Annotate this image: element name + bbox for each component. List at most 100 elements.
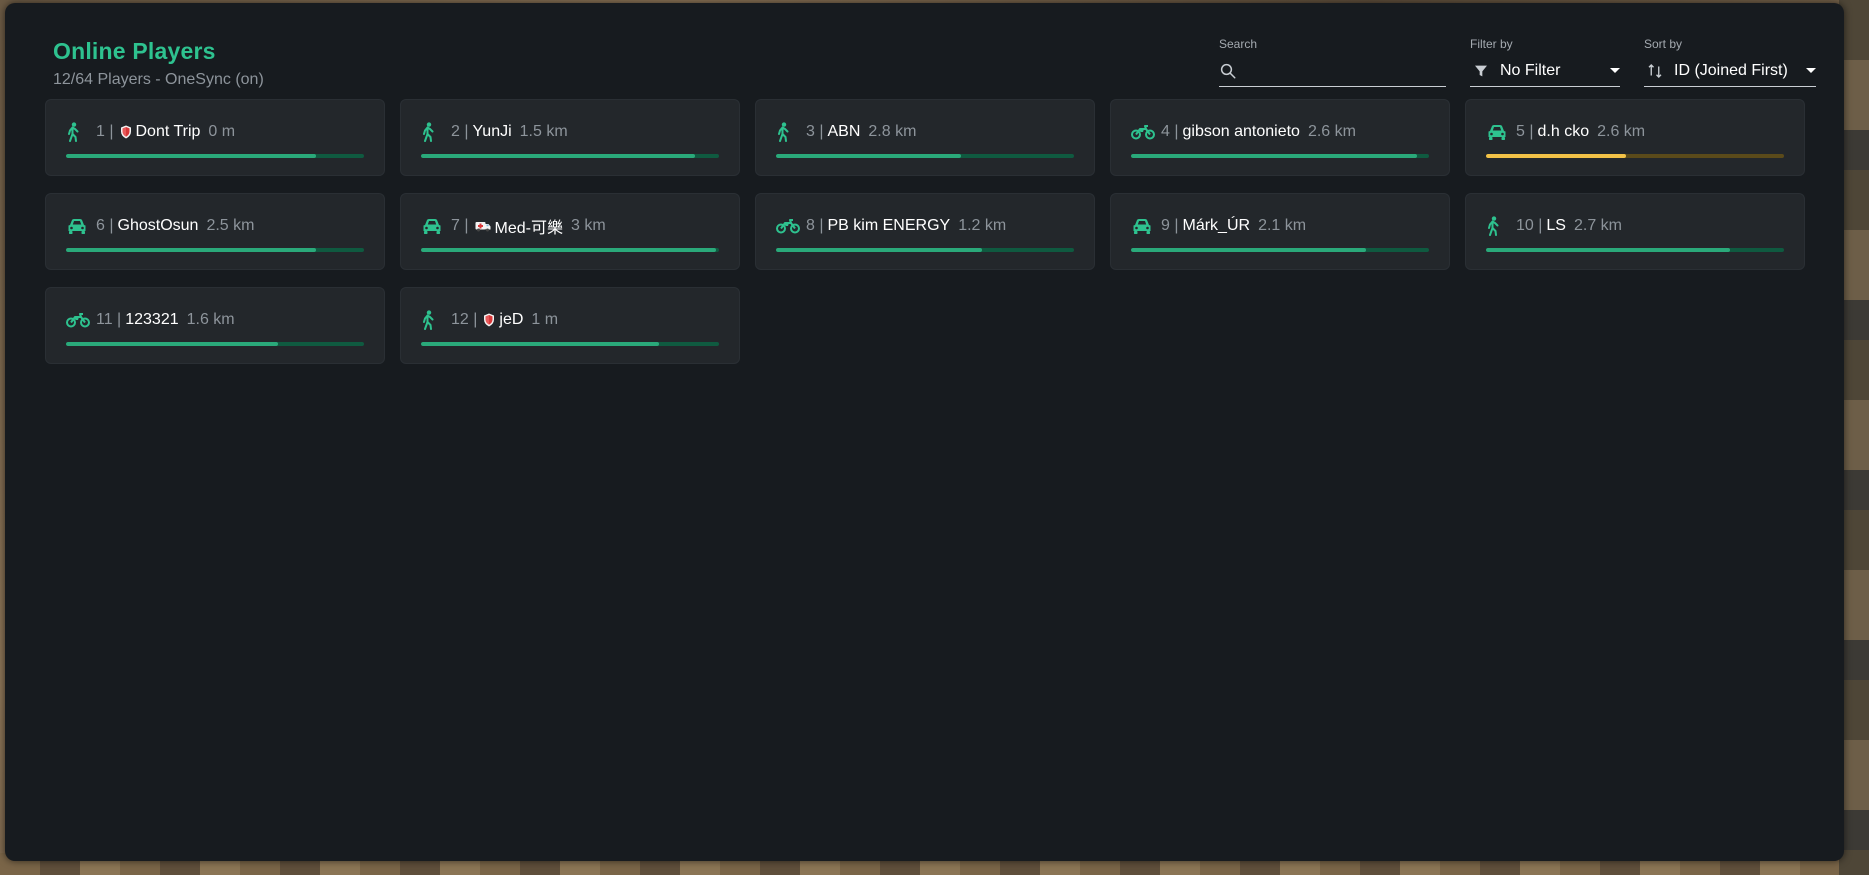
player-card[interactable]: 3 | ABN 2.8 km <box>755 99 1095 176</box>
player-card[interactable]: 10 | LS 2.7 km <box>1465 193 1805 270</box>
player-name: Dont Trip <box>135 123 201 140</box>
health-bar <box>776 248 1074 252</box>
sort-icon <box>1644 60 1666 82</box>
player-distance: 1.5 km <box>519 123 568 140</box>
health-bar <box>421 154 719 158</box>
player-card[interactable]: 12 | jeD 1 m <box>400 287 740 364</box>
player-name: PB kim ENERGY <box>827 217 951 234</box>
player-name: Med-可樂 <box>494 220 563 237</box>
player-id: 6 | <box>96 217 114 234</box>
walking-icon <box>421 310 445 330</box>
health-bar-fill <box>66 248 317 252</box>
filter-select[interactable]: No Filter <box>1470 55 1620 87</box>
walking-icon <box>1486 216 1510 236</box>
player-distance: 3 km <box>570 217 606 234</box>
car-icon <box>421 216 445 236</box>
panel-header: Online Players 12/64 Players - OneSync (… <box>53 38 264 89</box>
player-count-subtitle: 12/64 Players - OneSync (on) <box>53 71 264 88</box>
search-input[interactable] <box>1245 61 1452 80</box>
health-bar-fill <box>776 248 982 252</box>
health-bar-fill <box>66 342 278 346</box>
player-id: 5 | <box>1516 123 1534 140</box>
player-id: 8 | <box>806 217 824 234</box>
motorcycle-icon <box>1131 122 1155 142</box>
player-info-line: 1 | Dont Trip 0 m <box>66 122 364 142</box>
health-bar-fill <box>1486 248 1731 252</box>
player-id: 3 | <box>806 123 824 140</box>
player-name: GhostOsun <box>117 217 199 234</box>
player-card[interactable]: 8 | PB kim ENERGY 1.2 km <box>755 193 1095 270</box>
player-name: Márk_ÚR <box>1182 217 1251 234</box>
health-bar <box>1131 154 1429 158</box>
filter-value: No Filter <box>1500 61 1561 79</box>
health-bar <box>66 248 364 252</box>
sort-control: Sort by ID (Joined First) <box>1644 37 1816 87</box>
health-bar-fill <box>1131 248 1367 252</box>
filter-label: Filter by <box>1470 37 1513 51</box>
search-label: Search <box>1219 37 1258 51</box>
player-id: 2 | <box>451 123 469 140</box>
player-info-line: 5 | d.h cko 2.6 km <box>1486 122 1784 142</box>
search-control: Search <box>1219 37 1452 87</box>
player-info-line: 6 | GhostOsun 2.5 km <box>66 216 364 236</box>
toolbar: Search Filter by No Filter Sort by ID (J… <box>1219 37 1816 87</box>
health-bar-fill <box>421 154 696 158</box>
health-bar <box>66 342 364 346</box>
player-info-line: 3 | ABN 2.8 km <box>776 122 1074 142</box>
shield-badge-icon <box>120 125 132 139</box>
player-card[interactable]: 6 | GhostOsun 2.5 km <box>45 193 385 270</box>
player-name: jeD <box>499 311 524 328</box>
player-distance: 1 m <box>531 311 559 328</box>
player-card[interactable]: 4 | gibson antonieto 2.6 km <box>1110 99 1450 176</box>
filter-control: Filter by No Filter <box>1470 37 1620 87</box>
player-info-line: 9 | Márk_ÚR 2.1 km <box>1131 216 1429 236</box>
player-distance: 2.8 km <box>868 123 917 140</box>
health-bar-fill <box>421 248 717 252</box>
player-id: 9 | <box>1161 217 1179 234</box>
player-card[interactable]: 5 | d.h cko 2.6 km <box>1465 99 1805 176</box>
health-bar <box>421 342 719 346</box>
player-info-line: 7 | Med-可樂 3 km <box>421 216 719 237</box>
motorcycle-icon <box>776 216 800 236</box>
walking-icon <box>421 122 445 142</box>
health-bar <box>1486 248 1784 252</box>
player-distance: 0 m <box>208 123 236 140</box>
player-card[interactable]: 7 | Med-可樂 3 km <box>400 193 740 270</box>
health-bar-fill <box>1131 154 1418 158</box>
player-distance: 2.1 km <box>1258 217 1307 234</box>
chevron-down-icon <box>1610 68 1620 73</box>
health-bar <box>1486 154 1784 158</box>
player-card[interactable]: 11 | 123321 1.6 km <box>45 287 385 364</box>
health-bar <box>421 248 719 252</box>
sort-select[interactable]: ID (Joined First) <box>1644 55 1816 87</box>
player-id: 11 | <box>96 311 122 328</box>
filter-icon <box>1470 60 1492 82</box>
sort-label: Sort by <box>1644 37 1683 51</box>
player-card[interactable]: 2 | YunJi 1.5 km <box>400 99 740 176</box>
walking-icon <box>776 122 800 142</box>
player-name: gibson antonieto <box>1182 123 1300 140</box>
health-bar-fill <box>1486 154 1627 158</box>
player-name: d.h cko <box>1537 123 1590 140</box>
car-icon <box>66 216 90 236</box>
walking-icon <box>66 122 90 142</box>
player-distance: 2.7 km <box>1573 217 1622 234</box>
player-info-line: 12 | jeD 1 m <box>421 310 719 330</box>
player-info-line: 10 | LS 2.7 km <box>1486 216 1784 236</box>
player-id: 4 | <box>1161 123 1179 140</box>
player-card[interactable]: 1 | Dont Trip 0 m <box>45 99 385 176</box>
search-field[interactable] <box>1219 55 1452 87</box>
health-bar <box>1131 248 1429 252</box>
ambulance-badge-icon <box>475 220 491 232</box>
player-id: 12 | <box>451 311 478 328</box>
shield-badge-icon <box>483 313 495 327</box>
car-icon <box>1486 122 1510 142</box>
motorcycle-icon <box>66 310 90 330</box>
search-icon <box>1219 60 1237 82</box>
chevron-down-icon <box>1806 68 1816 73</box>
health-bar <box>776 154 1074 158</box>
player-id: 10 | <box>1516 217 1543 234</box>
player-card[interactable]: 9 | Márk_ÚR 2.1 km <box>1110 193 1450 270</box>
health-bar-fill <box>421 342 660 346</box>
player-grid: 1 | Dont Trip 0 m 2 | YunJi 1.5 km 3 | ABN 2.8 k… <box>45 99 1805 364</box>
